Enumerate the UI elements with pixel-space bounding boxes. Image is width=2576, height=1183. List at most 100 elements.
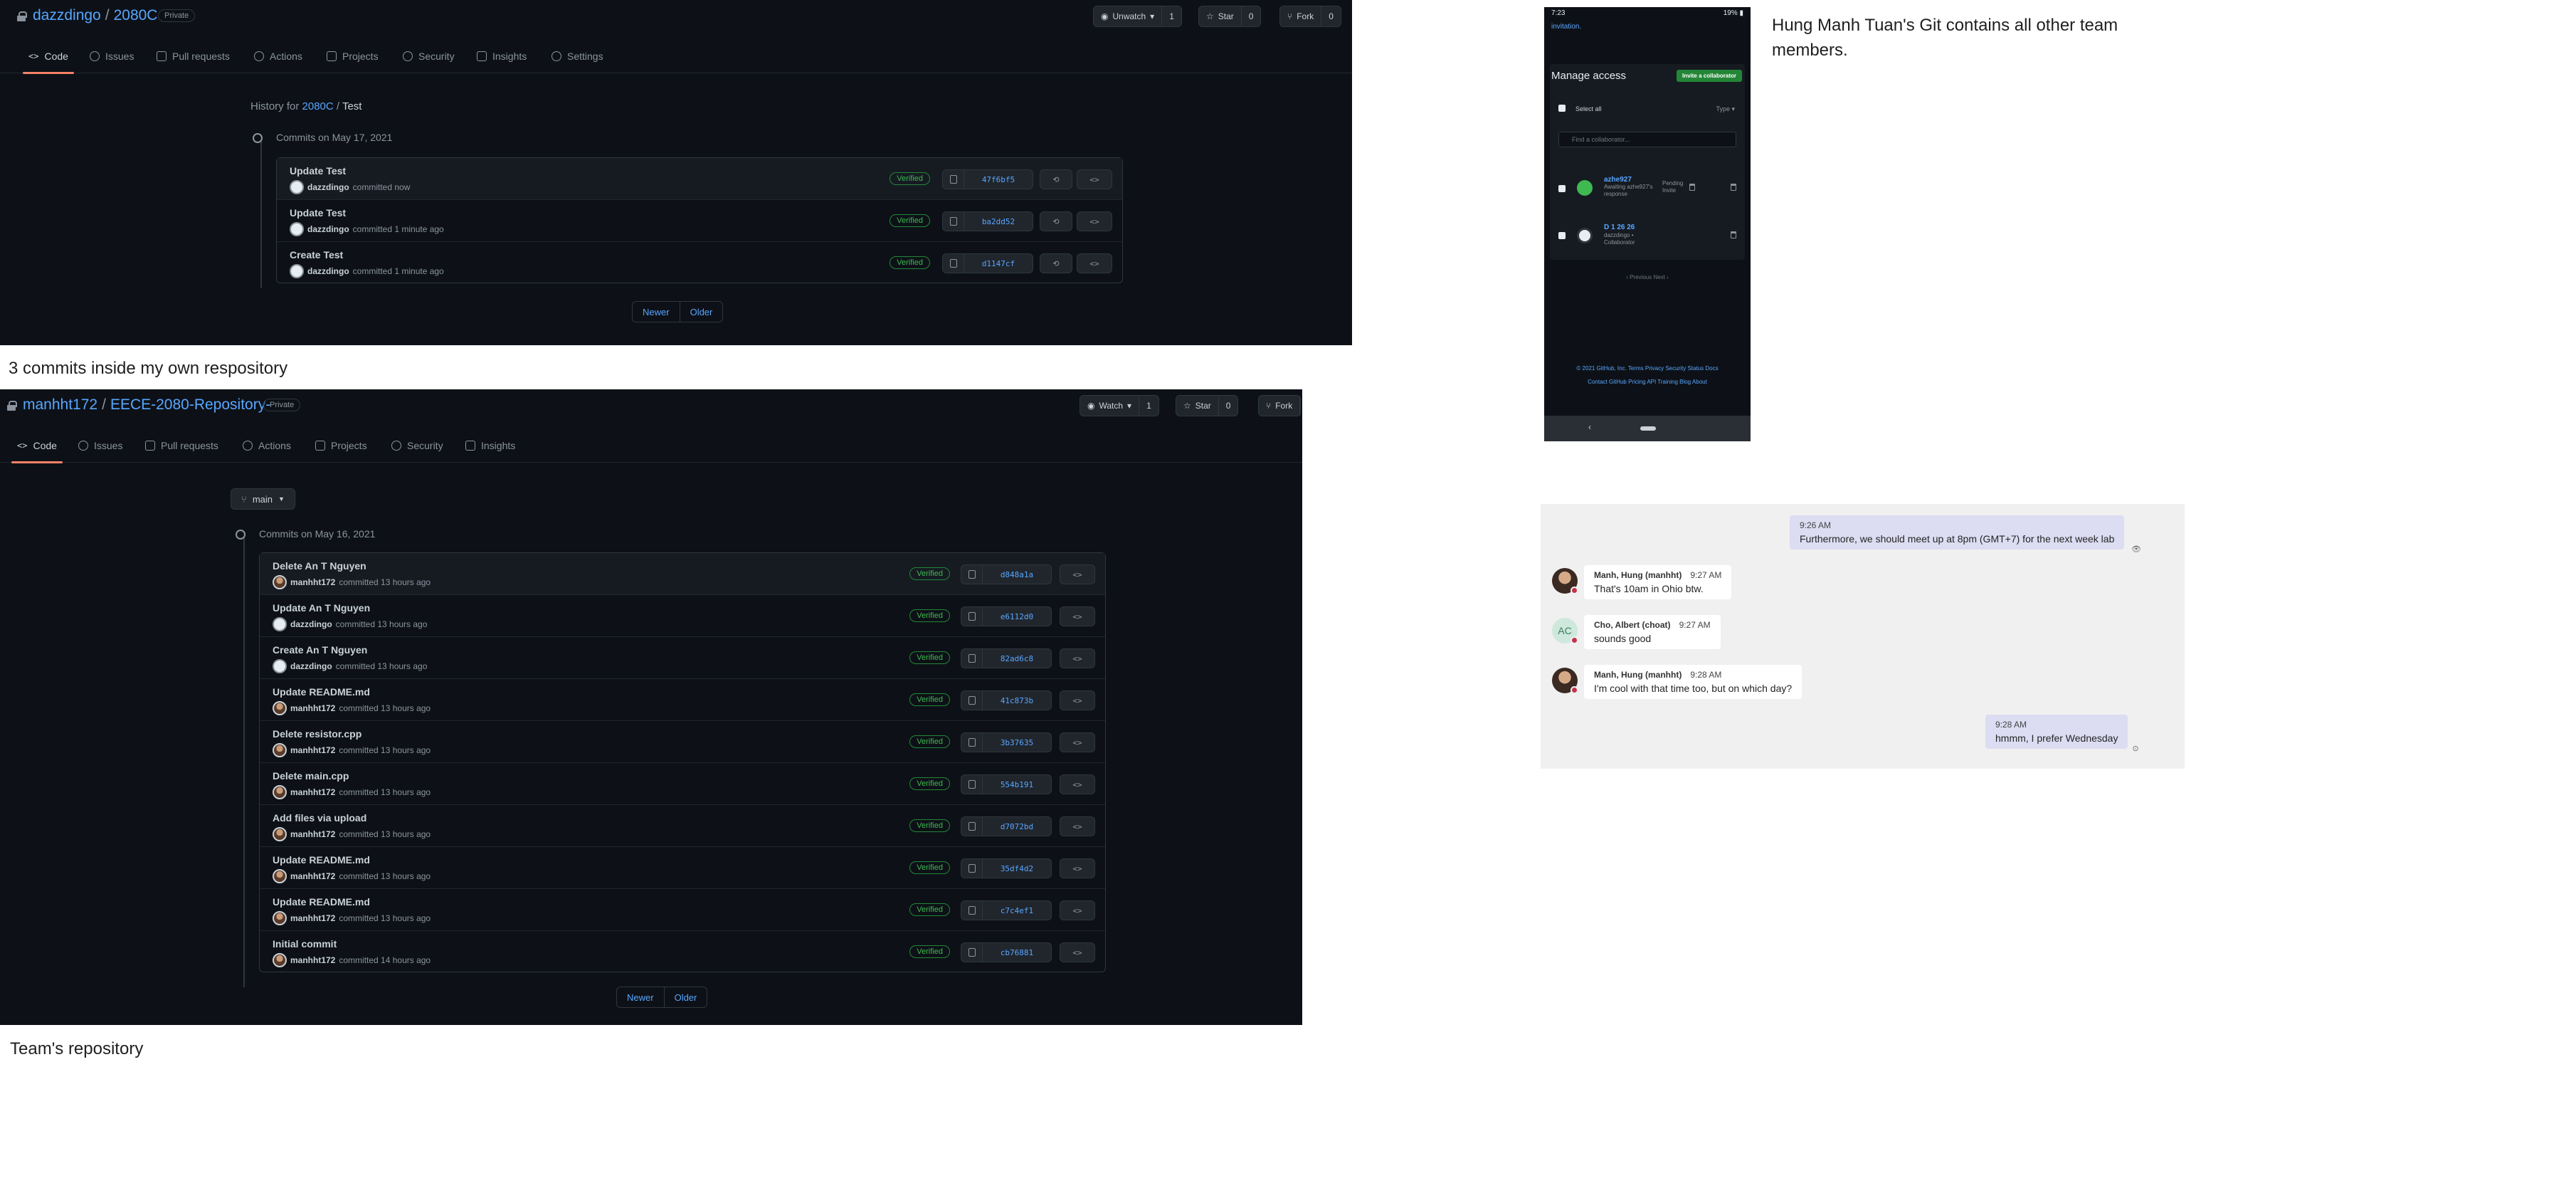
commit-sha-link[interactable]: cb76881 — [983, 943, 1051, 962]
history-repo-link[interactable]: 2080C — [302, 100, 334, 112]
commit-message-link[interactable]: Delete An T Nguyen — [273, 560, 366, 572]
browse-history-button[interactable]: ⟲ — [1040, 253, 1072, 273]
commit-sha-link[interactable]: 41c873b — [983, 691, 1051, 710]
avatar[interactable] — [273, 575, 287, 589]
copy-sha-button[interactable] — [961, 607, 983, 626]
commit-message-link[interactable]: Initial commit — [273, 938, 337, 950]
avatar[interactable] — [273, 911, 287, 925]
commit-author-link[interactable]: manhht172 — [290, 913, 335, 923]
older-button[interactable]: Older — [664, 987, 708, 1008]
avatar[interactable] — [273, 701, 287, 715]
commit-message-link[interactable]: Delete main.cpp — [273, 770, 349, 782]
commit-sha-link[interactable]: d1147cf — [964, 254, 1033, 273]
tab-code[interactable]: <> Code — [23, 39, 74, 74]
commit-author-link[interactable]: dazzdingo — [307, 182, 349, 192]
avatar[interactable] — [273, 953, 287, 967]
commit-sha-link[interactable]: ba2dd52 — [964, 212, 1033, 231]
invite-collaborator-button[interactable]: Invite a collaborator — [1676, 70, 1742, 82]
avatar[interactable] — [273, 827, 287, 841]
find-collaborator-input[interactable]: Find a collaborator... — [1558, 132, 1736, 147]
commit-sha-link[interactable]: e6112d0 — [983, 607, 1051, 626]
repo-name-link[interactable]: EECE-2080-Repository- — [110, 396, 270, 413]
commit-author-link[interactable]: dazzdingo — [290, 619, 332, 629]
tab-security[interactable]: Security — [391, 428, 443, 463]
commit-sha-link[interactable]: d7072bd — [983, 817, 1051, 836]
type-filter[interactable]: Type ▾ — [1716, 105, 1735, 113]
commit-author-link[interactable]: dazzdingo — [307, 266, 349, 276]
watch-count[interactable]: 1 — [1162, 11, 1181, 21]
copy-sha-button[interactable] — [961, 943, 983, 962]
verified-badge[interactable]: Verified — [890, 214, 930, 227]
browse-files-button[interactable]: <> — [1060, 648, 1095, 668]
avatar[interactable] — [273, 785, 287, 799]
commit-sha-link[interactable]: 47f6bf5 — [964, 170, 1033, 189]
newer-button[interactable]: Newer — [616, 987, 665, 1008]
copy-sha-button[interactable] — [961, 649, 983, 668]
avatar[interactable] — [273, 869, 287, 883]
copy-sha-button[interactable] — [961, 817, 983, 836]
verified-badge[interactable]: Verified — [909, 903, 950, 916]
tab-settings[interactable]: Settings — [551, 39, 603, 73]
commit-author-link[interactable]: dazzdingo — [307, 224, 349, 234]
star-button[interactable]: ☆ Star 0 — [1176, 395, 1239, 416]
delete-icon[interactable] — [1689, 184, 1695, 191]
browse-files-button[interactable]: <> — [1077, 253, 1112, 273]
browse-files-button[interactable]: <> — [1060, 858, 1095, 878]
browse-files-button[interactable]: <> — [1060, 606, 1095, 626]
browse-files-button[interactable]: <> — [1060, 564, 1095, 584]
browse-files-button[interactable]: <> — [1060, 774, 1095, 794]
star-count[interactable]: 0 — [1219, 401, 1238, 411]
tab-projects[interactable]: Projects — [327, 39, 379, 73]
copy-sha-button[interactable] — [961, 901, 983, 920]
commit-message-link[interactable]: Update Test — [290, 207, 346, 219]
browse-history-button[interactable]: ⟲ — [1040, 169, 1072, 189]
footer-links-row1[interactable]: © 2021 GitHub, Inc. Terms Privacy Securi… — [1544, 365, 1751, 372]
newer-button[interactable]: Newer — [632, 301, 680, 322]
watch-count[interactable]: 1 — [1139, 401, 1158, 411]
back-icon[interactable]: ‹ — [1588, 422, 1591, 432]
verified-badge[interactable]: Verified — [909, 777, 950, 790]
commit-message-link[interactable]: Update Test — [290, 165, 346, 177]
commit-message-link[interactable]: Add files via upload — [273, 812, 366, 824]
copy-sha-button[interactable] — [961, 565, 983, 584]
repo-owner-link[interactable]: dazzdingo — [33, 7, 101, 23]
delete-icon[interactable] — [1731, 231, 1736, 238]
commit-author-link[interactable]: dazzdingo — [290, 661, 332, 671]
browse-files-button[interactable]: <> — [1077, 211, 1112, 231]
tab-insights[interactable]: Insights — [465, 428, 515, 463]
commit-author-link[interactable]: manhht172 — [290, 829, 335, 839]
browse-files-button[interactable]: <> — [1077, 169, 1112, 189]
tab-issues[interactable]: Issues — [78, 428, 122, 463]
commit-sha-link[interactable]: d848a1a — [983, 565, 1051, 584]
commit-author-link[interactable]: manhht172 — [290, 871, 335, 881]
collaborator-name[interactable]: D 1 26 26 — [1604, 224, 1635, 231]
browse-files-button[interactable]: <> — [1060, 732, 1095, 752]
invitation-link[interactable]: invitation. — [1551, 23, 1581, 31]
commit-author-link[interactable]: manhht172 — [290, 745, 335, 755]
copy-sha-button[interactable] — [961, 775, 983, 794]
star-count[interactable]: 0 — [1242, 11, 1261, 21]
browse-files-button[interactable]: <> — [1060, 690, 1095, 710]
repo-name-link[interactable]: 2080C — [114, 7, 158, 23]
commit-author-link[interactable]: manhht172 — [290, 955, 335, 965]
watch-button[interactable]: ◉ Watch ▾ 1 — [1080, 395, 1159, 416]
copy-sha-button[interactable] — [943, 212, 964, 231]
select-all-checkbox[interactable] — [1558, 105, 1566, 112]
tab-issues[interactable]: Issues — [90, 39, 134, 73]
commit-message-link[interactable]: Update README.md — [273, 854, 370, 866]
commit-sha-link[interactable]: 35df4d2 — [983, 859, 1051, 878]
collaborator-name[interactable]: azhe927 — [1604, 176, 1632, 184]
browse-files-button[interactable]: <> — [1060, 942, 1095, 962]
avatar[interactable] — [273, 743, 287, 757]
tab-code[interactable]: <> Code — [11, 428, 63, 463]
avatar[interactable] — [290, 264, 304, 278]
commit-sha-link[interactable]: 82ad6c8 — [983, 649, 1051, 668]
copy-sha-button[interactable] — [943, 254, 964, 273]
pagination-links[interactable]: ‹ Previous Next › — [1544, 274, 1751, 280]
commit-message-link[interactable]: Update An T Nguyen — [273, 602, 370, 614]
verified-badge[interactable]: Verified — [890, 172, 930, 185]
verified-badge[interactable]: Verified — [909, 693, 950, 706]
home-pill-icon[interactable] — [1640, 426, 1656, 431]
watch-button[interactable]: ◉ Unwatch ▾ 1 — [1093, 6, 1182, 27]
commit-sha-link[interactable]: c7c4ef1 — [983, 901, 1051, 920]
